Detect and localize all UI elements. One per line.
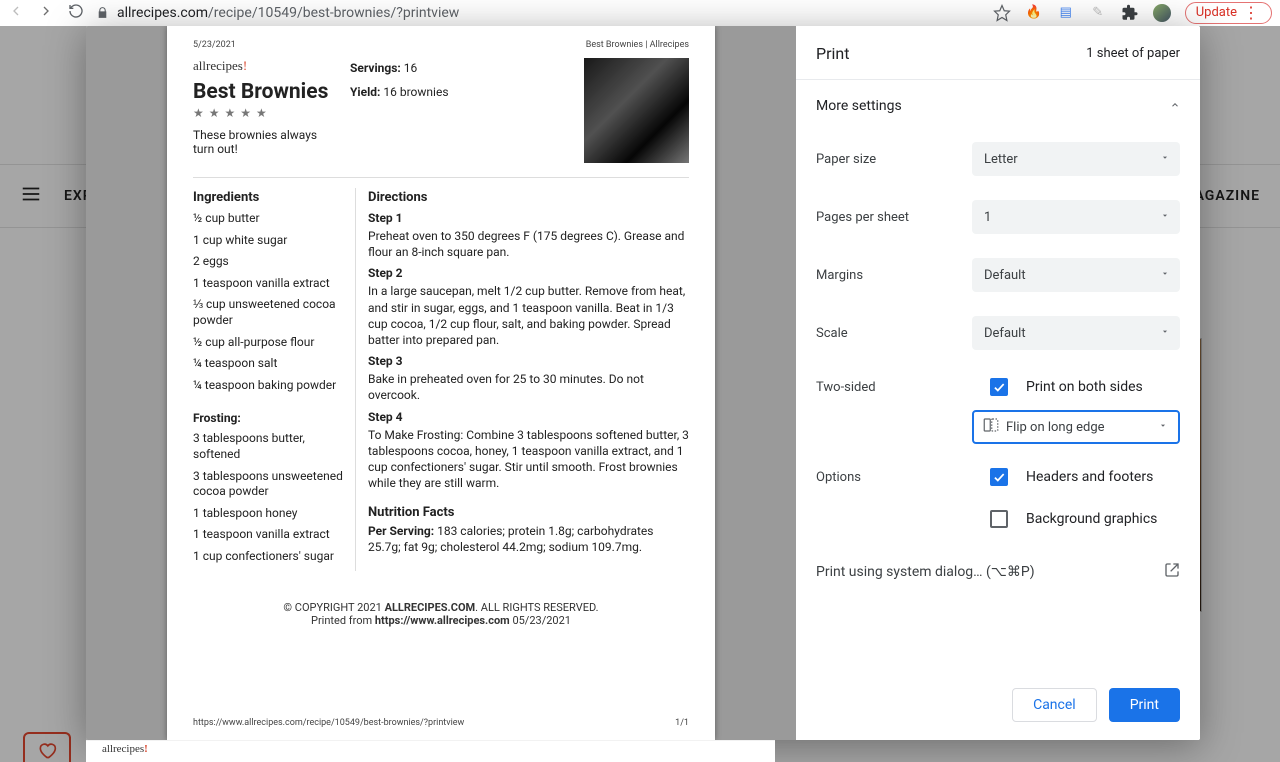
mini-brand: allrecipes!: [102, 743, 148, 755]
chevron-down-icon: [1160, 210, 1170, 225]
flip-pages-icon: [982, 416, 1000, 438]
ingredient-item: ¼ teaspoon baking powder: [193, 378, 343, 394]
frosting-item: 1 tablespoon honey: [193, 506, 343, 522]
step-body: In a large saucepan, melt 1/2 cup butter…: [368, 283, 689, 348]
open-external-icon: [1164, 562, 1180, 582]
extension-clip-icon[interactable]: ✎: [1089, 4, 1107, 22]
ingredient-item: 2 eggs: [193, 254, 343, 270]
flip-select[interactable]: Flip on long edge: [972, 410, 1180, 444]
directions-heading: Directions: [368, 190, 689, 205]
step-body: Bake in preheated oven for 25 to 30 minu…: [368, 371, 689, 403]
frosting-item: 1 teaspoon vanilla extract: [193, 527, 343, 543]
frosting-heading: Frosting:: [193, 411, 343, 425]
margins-label: Margins: [816, 268, 972, 283]
extensions-icon[interactable]: [1121, 4, 1139, 22]
chevron-down-icon: [1160, 268, 1170, 283]
page-header-date: 5/23/2021: [193, 40, 236, 50]
background-graphics-label: Background graphics: [1026, 511, 1157, 527]
ingredient-item: 1 teaspoon vanilla extract: [193, 276, 343, 292]
forward-icon[interactable]: [38, 3, 54, 23]
step-body: Preheat oven to 350 degrees F (175 degre…: [368, 228, 689, 260]
chevron-down-icon: [1160, 326, 1170, 341]
print-settings-panel: Print 1 sheet of paper More settings Pap…: [796, 26, 1200, 740]
cancel-button[interactable]: Cancel: [1012, 688, 1097, 722]
ingredients-heading: Ingredients: [193, 190, 343, 205]
preview-next-page-peek: allrecipes!: [86, 740, 775, 762]
more-settings-label: More settings: [816, 98, 902, 114]
ingredient-item: ⅓ cup unsweetened cocoa powder: [193, 297, 343, 328]
lock-icon: [96, 6, 109, 19]
recipe-image: [584, 58, 689, 163]
system-dialog-link[interactable]: Print using system dialog… (⌥⌘P): [816, 540, 1180, 582]
step-heading: Step 3: [368, 354, 689, 368]
frosting-item: 3 tablespoons unsweetened cocoa powder: [193, 469, 343, 500]
step-body: To Make Frosting: Combine 3 tablespoons …: [368, 427, 689, 492]
back-icon[interactable]: [8, 3, 24, 23]
page-footer-url: https://www.allrecipes.com/recipe/10549/…: [193, 718, 464, 728]
check-icon: [992, 470, 1006, 484]
two-sided-check-label: Print on both sides: [1026, 379, 1143, 395]
recipe-description: These brownies always turn out!: [193, 128, 332, 156]
rating-stars: ★ ★ ★ ★ ★: [193, 106, 332, 120]
profile-avatar[interactable]: [1153, 4, 1171, 22]
chevron-down-icon: [1160, 152, 1170, 167]
preview-page: 5/23/2021 Best Brownies | Allrecipes all…: [167, 26, 715, 740]
paper-size-label: Paper size: [816, 152, 972, 167]
background-graphics-checkbox[interactable]: [990, 510, 1008, 528]
page-header-title: Best Brownies | Allrecipes: [586, 40, 689, 50]
pages-per-sheet-label: Pages per sheet: [816, 210, 972, 225]
copyright: © COPYRIGHT 2021 ALLRECIPES.COM. ALL RIG…: [193, 601, 689, 627]
address-bar[interactable]: allrecipes.com/recipe/10549/best-brownie…: [96, 5, 459, 21]
sheet-count: 1 sheet of paper: [1086, 46, 1180, 61]
two-sided-checkbox[interactable]: [990, 378, 1008, 396]
scale-select[interactable]: Default: [972, 316, 1180, 350]
update-label: Update: [1196, 5, 1237, 20]
ingredient-item: ½ cup all-purpose flour: [193, 335, 343, 351]
url-text: allrecipes.com/recipe/10549/best-brownie…: [117, 5, 459, 21]
headers-footers-checkbox[interactable]: [990, 468, 1008, 486]
extension-doc-icon[interactable]: ▤: [1057, 4, 1075, 22]
more-settings-toggle[interactable]: More settings: [816, 80, 1180, 130]
star-icon[interactable]: [993, 4, 1011, 22]
margins-select[interactable]: Default: [972, 258, 1180, 292]
recipe-title: Best Brownies: [193, 80, 332, 104]
frosting-item: 3 tablespoons butter, softened: [193, 431, 343, 462]
step-heading: Step 4: [368, 410, 689, 424]
print-dialog: 5/23/2021 Best Brownies | Allrecipes all…: [86, 26, 1200, 740]
page-footer-pagenum: 1/1: [675, 718, 689, 728]
nutrition-heading: Nutrition Facts: [368, 505, 689, 520]
ingredient-item: ½ cup butter: [193, 211, 343, 227]
paper-size-select[interactable]: Letter: [972, 142, 1180, 176]
recipe-meta: Servings: 16 Yield: 16 brownies: [350, 58, 560, 163]
browser-toolbar: allrecipes.com/recipe/10549/best-brownie…: [0, 0, 1280, 26]
extension-fire-icon[interactable]: 🔥: [1025, 4, 1043, 22]
step-heading: Step 2: [368, 266, 689, 280]
reload-icon[interactable]: [68, 3, 84, 23]
print-preview-pane[interactable]: 5/23/2021 Best Brownies | Allrecipes all…: [86, 26, 796, 740]
chevron-up-icon: [1170, 98, 1180, 114]
options-label: Options: [816, 470, 972, 485]
frosting-item: 1 cup confectioners' sugar: [193, 549, 343, 565]
update-button[interactable]: Update ⋮: [1185, 2, 1272, 24]
step-heading: Step 1: [368, 211, 689, 225]
menu-dots-icon: ⋮: [1243, 5, 1259, 21]
ingredient-item: ¼ teaspoon salt: [193, 356, 343, 372]
print-title: Print: [816, 44, 849, 63]
print-button[interactable]: Print: [1109, 688, 1180, 722]
scale-label: Scale: [816, 326, 972, 341]
two-sided-label: Two-sided: [816, 380, 972, 395]
nutrition-body: Per Serving: 183 calories; protein 1.8g;…: [368, 523, 689, 555]
pages-per-sheet-select[interactable]: 1: [972, 200, 1180, 234]
brand-logo: allrecipes!: [193, 58, 332, 74]
chevron-down-icon: [1158, 420, 1168, 435]
check-icon: [992, 380, 1006, 394]
ingredient-item: 1 cup white sugar: [193, 233, 343, 249]
headers-footers-label: Headers and footers: [1026, 469, 1153, 485]
